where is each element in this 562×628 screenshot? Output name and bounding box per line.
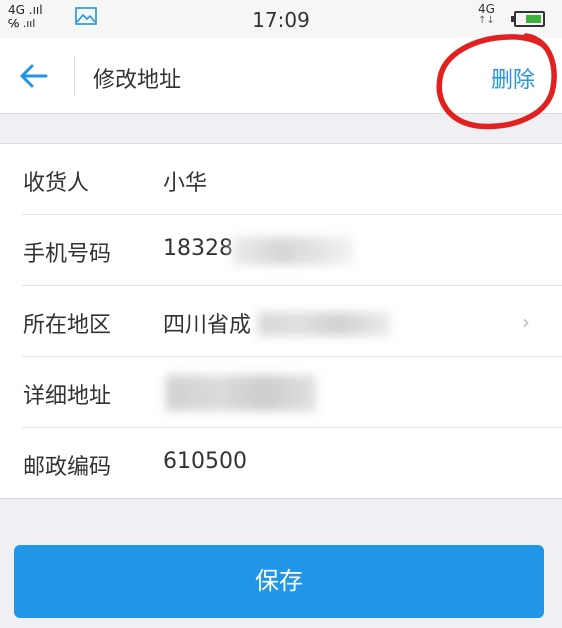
postal-code-value[interactable]: 610500	[163, 449, 247, 474]
recipient-row[interactable]: 收货人 小华	[0, 144, 562, 215]
network-indicator: 4G ↑↓	[478, 2, 495, 26]
region-redaction	[258, 312, 390, 336]
phone-label: 手机号码	[23, 242, 112, 267]
status-bar: 4G .ııl ℅ .ııl 17:09 4G ↑↓	[0, 0, 562, 38]
save-button[interactable]: 保存	[14, 545, 544, 618]
region-row[interactable]: 所在地区 四川省成 ›	[0, 286, 562, 357]
address-form: 收货人 小华 手机号码 18328 所在地区 四川省成 › 详细地址 邮政编码 …	[0, 143, 562, 499]
postal-code-label: 邮政编码	[23, 455, 112, 480]
detail-address-row[interactable]: 详细地址	[0, 357, 562, 428]
detail-address-label: 详细地址	[23, 384, 112, 409]
nav-divider	[74, 56, 75, 96]
delete-button[interactable]: 删除	[491, 62, 535, 94]
chevron-right-icon: ›	[522, 310, 530, 334]
region-value[interactable]: 四川省成	[163, 307, 251, 339]
back-arrow-icon[interactable]	[16, 58, 56, 94]
recipient-value[interactable]: 小华	[163, 165, 207, 197]
phone-value[interactable]: 18328	[163, 236, 233, 261]
phone-row[interactable]: 手机号码 18328	[0, 215, 562, 286]
recipient-label: 收货人	[23, 171, 90, 196]
screen: 4G .ııl ℅ .ııl 17:09 4G ↑↓ 修改地址 删除 收货人 小…	[0, 0, 562, 628]
page-title: 修改地址	[93, 68, 182, 93]
network-arrows: ↑↓	[478, 15, 495, 26]
postal-code-row[interactable]: 邮政编码 610500	[0, 428, 562, 499]
network-label: 4G	[478, 2, 495, 16]
battery-icon	[511, 11, 545, 27]
region-label: 所在地区	[23, 313, 112, 338]
phone-redaction	[232, 237, 354, 265]
nav-bar: 修改地址 删除	[0, 38, 562, 114]
detail-address-redaction	[166, 375, 316, 411]
